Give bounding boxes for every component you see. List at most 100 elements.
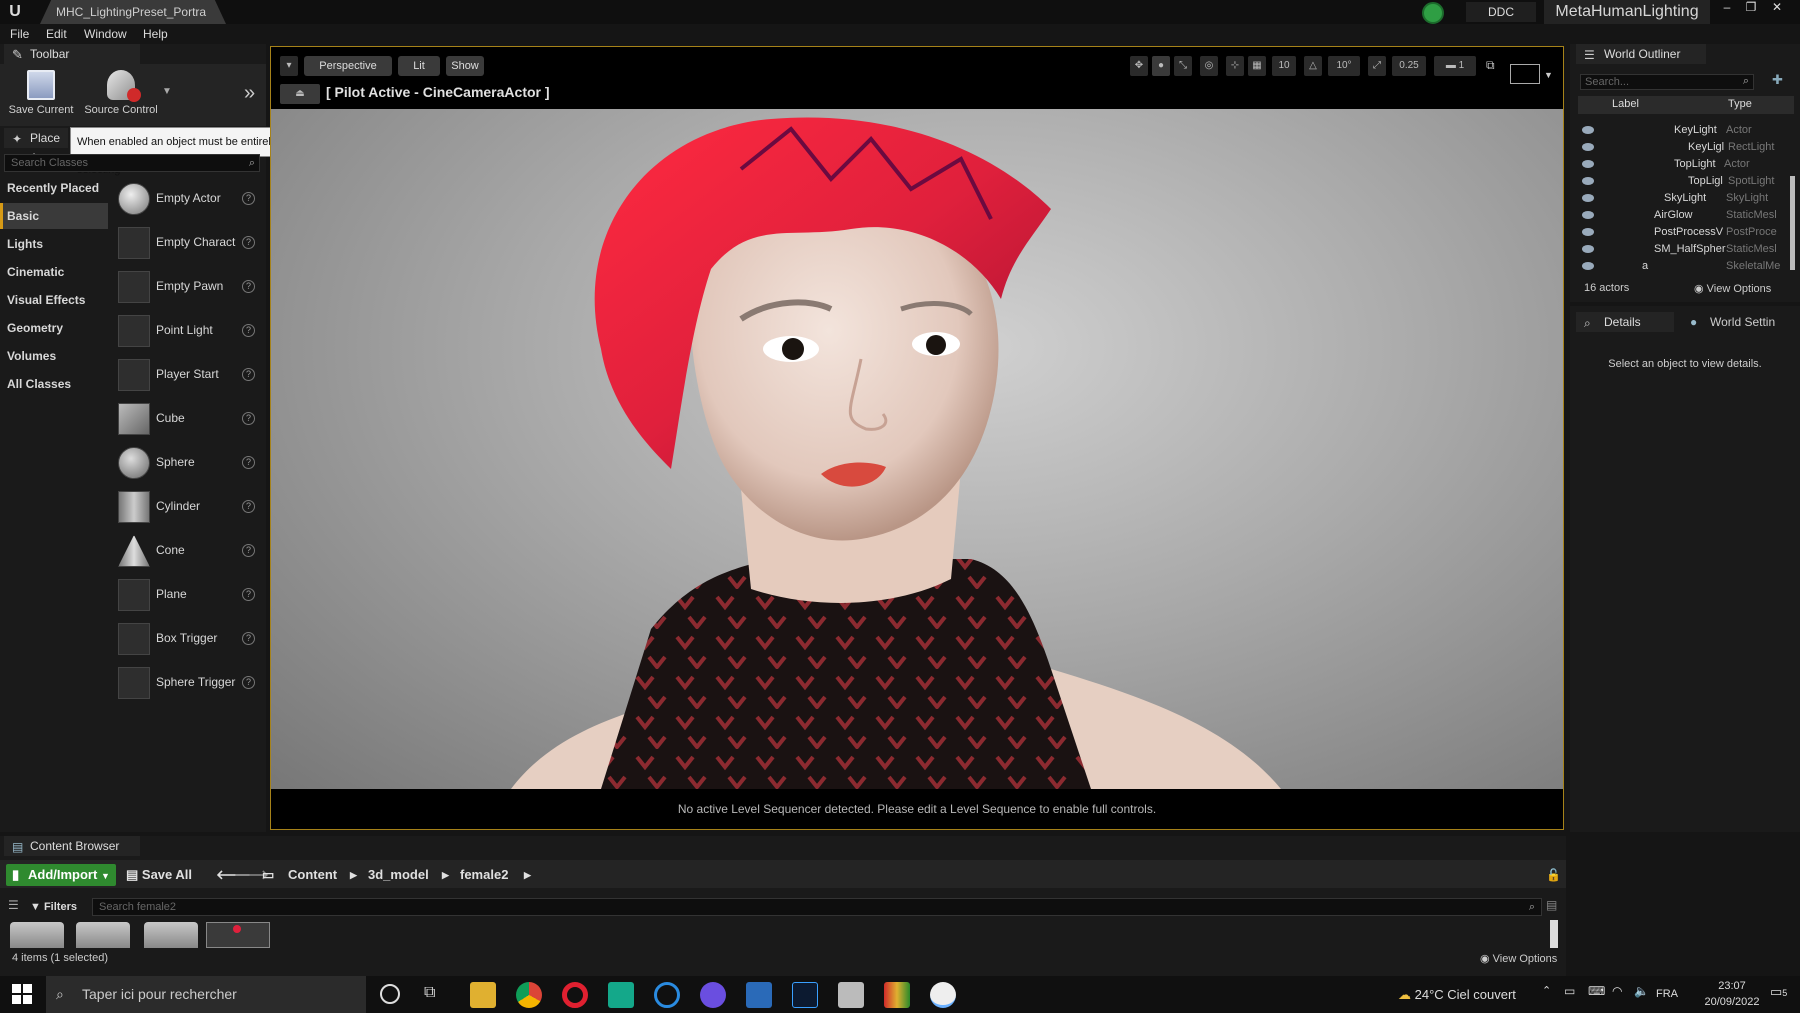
- surface-snap-icon[interactable]: ⊹: [1226, 56, 1244, 76]
- asset-thumbnail[interactable]: [10, 922, 64, 948]
- eye-icon[interactable]: [1582, 143, 1594, 151]
- content-scrollbar[interactable]: [1550, 920, 1558, 948]
- tab-world-outliner[interactable]: ☰ World Outliner: [1576, 44, 1706, 64]
- outliner-row[interactable]: AirGlow StaticMesl: [1578, 207, 1788, 224]
- eye-icon[interactable]: [1582, 245, 1594, 253]
- show-button[interactable]: Show: [446, 56, 484, 76]
- expand-toolbar-icon[interactable]: »: [244, 82, 255, 105]
- help-icon[interactable]: ?: [242, 192, 255, 205]
- content-view-options-button[interactable]: ◉ View Options: [1480, 952, 1557, 965]
- category-geometry[interactable]: Geometry: [0, 315, 108, 341]
- help-icon[interactable]: ?: [242, 236, 255, 249]
- place-item-empty-pawn[interactable]: Empty Pawn?: [112, 267, 262, 307]
- rotation-snap-value[interactable]: 10°: [1328, 56, 1360, 76]
- asset-thumbnail[interactable]: [76, 922, 130, 948]
- ddc-button[interactable]: DDC: [1466, 2, 1536, 22]
- close-window-button[interactable]: ✕: [1766, 0, 1788, 16]
- search-classes-input[interactable]: Search Classes ⌕: [4, 154, 260, 172]
- category-all-classes[interactable]: All Classes: [0, 371, 108, 397]
- scale-snap-value[interactable]: 0.25: [1392, 56, 1426, 76]
- discord-icon[interactable]: [700, 982, 726, 1008]
- place-item-empty-actor[interactable]: Empty Actor?: [112, 179, 262, 219]
- rotation-snap-icon[interactable]: △: [1304, 56, 1322, 76]
- outliner-scrollbar[interactable]: [1790, 176, 1795, 270]
- chrome-icon[interactable]: [516, 982, 542, 1008]
- taskbar-clock[interactable]: 23:07 20/09/2022: [1700, 978, 1764, 1010]
- minimize-button[interactable]: –: [1716, 0, 1738, 16]
- app-m-icon[interactable]: [608, 982, 634, 1008]
- asset-thumbnail-selected[interactable]: [206, 922, 270, 948]
- menu-help[interactable]: Help: [143, 25, 168, 43]
- tab-toolbar[interactable]: ✎ Toolbar: [4, 44, 140, 64]
- notifications-icon[interactable]: ▭5: [1770, 984, 1787, 1000]
- add-filter-icon[interactable]: ✚: [1772, 72, 1783, 88]
- outliner-row[interactable]: KeyLigl RectLight: [1578, 139, 1788, 156]
- content-search-input[interactable]: Search female2 ⌕: [92, 898, 1542, 916]
- save-all-button[interactable]: ▤ Save All: [126, 864, 192, 886]
- category-lights[interactable]: Lights: [0, 231, 108, 257]
- category-basic[interactable]: Basic: [0, 203, 108, 229]
- asset-thumbnail[interactable]: [144, 922, 198, 948]
- perspective-button[interactable]: Perspective: [304, 56, 392, 76]
- help-icon[interactable]: ?: [242, 500, 255, 513]
- help-icon[interactable]: ?: [242, 368, 255, 381]
- photos-icon[interactable]: [746, 982, 772, 1008]
- app-winrar-icon[interactable]: [884, 982, 910, 1008]
- tab-place-actors[interactable]: ✦ Place A: [4, 128, 68, 165]
- eye-icon[interactable]: [1582, 177, 1594, 185]
- column-label[interactable]: Label: [1612, 98, 1639, 110]
- help-icon[interactable]: ?: [242, 544, 255, 557]
- help-icon[interactable]: ?: [242, 412, 255, 425]
- photoshop-icon[interactable]: [792, 982, 818, 1008]
- category-cinematic[interactable]: Cinematic: [0, 259, 108, 285]
- wifi-icon[interactable]: ◠: [1612, 984, 1622, 998]
- weather-widget[interactable]: ☁ 24°C Ciel couvert: [1398, 976, 1516, 1013]
- unreal-engine-taskbar-icon[interactable]: [930, 982, 956, 1008]
- maximize-viewport-icon[interactable]: ⧉: [1486, 58, 1495, 73]
- category-volumes[interactable]: Volumes: [0, 343, 108, 369]
- lock-icon[interactable]: 🔓: [1546, 864, 1561, 886]
- app-drive-icon[interactable]: [838, 982, 864, 1008]
- save-search-icon[interactable]: ▤: [1546, 898, 1557, 912]
- help-icon[interactable]: ?: [242, 676, 255, 689]
- outliner-row[interactable]: SkyLight SkyLight: [1578, 190, 1788, 207]
- column-type[interactable]: Type: [1728, 98, 1752, 110]
- outliner-row[interactable]: TopLigl SpotLight: [1578, 173, 1788, 190]
- help-icon[interactable]: ?: [242, 456, 255, 469]
- place-item-cube[interactable]: Cube?: [112, 399, 262, 439]
- outliner-view-options-button[interactable]: ◉ View Options: [1694, 282, 1771, 295]
- eye-icon[interactable]: [1582, 211, 1594, 219]
- menu-edit[interactable]: Edit: [46, 25, 67, 43]
- place-item-player-start[interactable]: Player Start?: [112, 355, 262, 395]
- scale-icon[interactable]: ⤡: [1174, 56, 1192, 76]
- volume-icon[interactable]: 🔈: [1634, 984, 1649, 998]
- menu-window[interactable]: Window: [84, 25, 127, 43]
- tab-content-browser[interactable]: ▤ Content Browser: [4, 836, 140, 856]
- windows-start-icon[interactable]: [12, 984, 32, 1004]
- viewport-options-icon[interactable]: ▾: [280, 56, 298, 76]
- layout-icon[interactable]: [1510, 64, 1540, 84]
- eye-icon[interactable]: [1582, 126, 1594, 134]
- viewport-render[interactable]: [271, 109, 1563, 789]
- sources-toggle-icon[interactable]: ☰: [8, 898, 19, 912]
- lit-button[interactable]: Lit: [398, 56, 440, 76]
- rotate-icon[interactable]: ●: [1152, 56, 1170, 76]
- opera-icon[interactable]: [562, 982, 588, 1008]
- grid-snap-icon[interactable]: ▦: [1248, 56, 1266, 76]
- document-tab[interactable]: MHC_LightingPreset_Portra: [40, 0, 226, 24]
- restore-button[interactable]: ❐: [1740, 0, 1762, 16]
- scale-snap-icon[interactable]: ⤢: [1368, 56, 1386, 76]
- grid-snap-value[interactable]: 10: [1272, 56, 1296, 76]
- display-icon[interactable]: ▭: [1564, 984, 1575, 998]
- tab-world-settings[interactable]: ● World Settin: [1686, 312, 1792, 332]
- outliner-search-input[interactable]: Search... ⌕: [1580, 74, 1754, 90]
- help-icon[interactable]: ?: [242, 324, 255, 337]
- eye-icon[interactable]: [1582, 160, 1594, 168]
- camera-speed-button[interactable]: ▬ 1: [1434, 56, 1476, 76]
- outliner-row[interactable]: PostProcessV PostProce: [1578, 224, 1788, 241]
- breadcrumb-content[interactable]: Content: [288, 864, 337, 886]
- taskbar-search-input[interactable]: ⌕ Taper ici pour rechercher: [46, 976, 366, 1013]
- world-space-icon[interactable]: ◎: [1200, 56, 1218, 76]
- help-icon[interactable]: ?: [242, 280, 255, 293]
- place-item-box-trigger[interactable]: Box Trigger?: [112, 619, 262, 659]
